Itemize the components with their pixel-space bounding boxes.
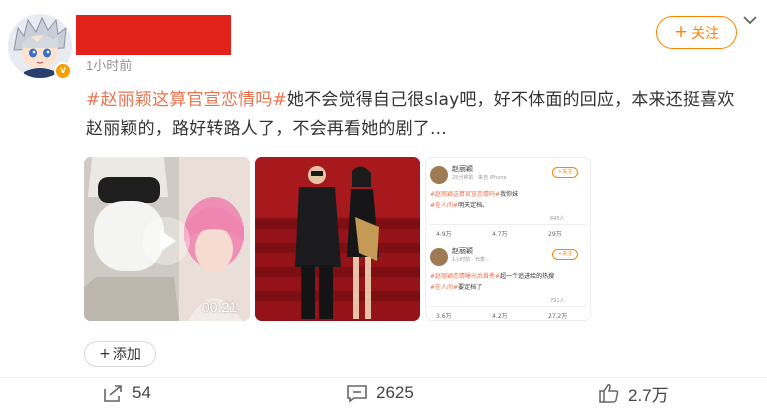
mini-topic: #赵丽颖恋情曝光后首秀# <box>430 273 501 280</box>
video-thumbnail[interactable]: 00:21 <box>84 157 250 321</box>
screenshot-post-2: 赵丽颖 1小时前 · 代表… +关注 #赵丽颖恋情曝光后首秀#超一个追进给的热搜… <box>430 246 588 320</box>
comment-count: 2625 <box>376 383 414 402</box>
mini-meta: 25分钟前 · 来自 iPhone <box>452 175 507 181</box>
screenshot-post-1: 赵丽颖 25分钟前 · 来自 iPhone +关注 #赵丽颖这算官宣恋情吗#我你… <box>430 164 588 239</box>
follow-label: 关注 <box>691 25 720 42</box>
mini-text: 超一个追进给的热搜 <box>500 273 555 280</box>
thumbs-up-icon <box>599 384 619 403</box>
mini-likes: 29万 <box>548 231 562 238</box>
mini-divider <box>430 306 586 307</box>
comment-icon <box>347 385 367 403</box>
play-icon[interactable] <box>142 217 190 265</box>
mini-text: 我你妹 <box>500 191 519 198</box>
mini-line-2: #在人间#明天定档。 <box>430 200 488 209</box>
mini-line-1: #赵丽颖恋情曝光后首秀#超一个追进给的热搜 <box>430 271 554 280</box>
mini-topic: #在人间# <box>430 202 459 209</box>
mini-divider <box>430 224 586 225</box>
mini-likes: 27.2万 <box>548 313 568 320</box>
repost-icon <box>104 385 122 402</box>
plus-icon: + <box>99 346 111 362</box>
repost-button[interactable]: 54 <box>102 378 151 408</box>
follow-button[interactable]: + 关注 <box>656 16 737 49</box>
like-count: 2.7万 <box>628 385 669 405</box>
topic-link[interactable]: #赵丽颖这算官宣恋情吗# <box>86 90 287 110</box>
mini-follow: +关注 <box>552 167 578 178</box>
screenshot-thumbnail[interactable]: 赵丽颖 25分钟前 · 来自 iPhone +关注 #赵丽颖这算官宣恋情吗#我你… <box>425 157 591 321</box>
redacted-username <box>76 15 231 55</box>
mini-line-1: #赵丽颖这算官宣恋情吗#我你妹 <box>430 189 518 198</box>
like-button[interactable]: 2.7万 <box>598 378 669 408</box>
comment-button[interactable]: 2625 <box>346 378 414 408</box>
mini-comments: 4.7万 <box>492 231 508 238</box>
mini-count: 791人 <box>550 298 565 304</box>
mini-comments: 4.2万 <box>492 313 508 320</box>
mini-text: 要定档了 <box>458 284 483 291</box>
post-time: 1小时前 <box>86 58 133 73</box>
mini-line-2: #在人间#要定档了 <box>430 282 482 291</box>
mini-username: 赵丽颖 <box>452 165 473 173</box>
add-tag-label: 添加 <box>112 347 141 363</box>
mini-topic: #赵丽颖这算官宣恋情吗# <box>430 191 501 198</box>
mini-avatar <box>430 166 448 184</box>
mini-count: 845人 <box>550 216 565 222</box>
mini-follow: +关注 <box>552 249 578 260</box>
video-duration: 00:21 <box>202 299 238 315</box>
mini-topic: #在人间# <box>430 284 459 291</box>
mini-text: 明天定档。 <box>458 202 489 209</box>
repost-count: 54 <box>132 383 151 402</box>
mini-reposts: 4.9万 <box>436 231 452 238</box>
chevron-down-icon[interactable] <box>741 12 759 28</box>
add-tag-button[interactable]: + 添加 <box>84 341 156 367</box>
weibo-post-card: v 1小时前 + 关注 #赵丽颖这算官宣恋情吗#她不会觉得自己很slay吧，好不… <box>0 0 767 420</box>
mini-reposts: 3.6万 <box>436 313 452 320</box>
red-carpet-photo-illustration <box>255 157 420 321</box>
post-text: #赵丽颖这算官宣恋情吗#她不会觉得自己很slay吧，好不体面的回应，本来还挺喜欢… <box>86 86 746 144</box>
verified-badge-icon: v <box>54 62 72 80</box>
mini-avatar <box>430 248 448 266</box>
plus-icon: + <box>673 22 689 42</box>
photo-thumbnail[interactable] <box>255 157 420 321</box>
mini-username: 赵丽颖 <box>452 247 473 255</box>
mini-meta: 1小时前 · 代表… <box>452 257 490 263</box>
